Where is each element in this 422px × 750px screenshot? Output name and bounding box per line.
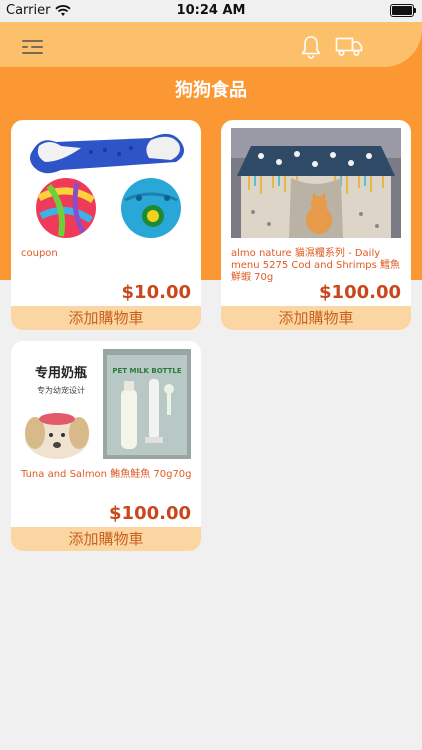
bottle-box-label: PET MILK BOTTLE [112, 367, 181, 375]
product-price: $10.00 [121, 282, 191, 303]
product-image[interactable] [231, 128, 401, 238]
truck-icon[interactable] [335, 37, 363, 57]
product-name: coupon [21, 248, 58, 259]
product-price: $100.00 [319, 282, 401, 303]
dog-toys-image [21, 128, 191, 238]
nav-bar [0, 22, 422, 67]
page-title: 狗狗食品 [175, 80, 247, 101]
product-image[interactable]: PET MILK BOTTLE 专用奶瓶 专为幼宠设计 [21, 349, 191, 459]
product-name: almo nature 貓濕糧系列 - Daily menu 5275 Cod … [231, 248, 401, 283]
image-heading: 专用奶瓶 [35, 365, 87, 381]
status-time: 10:24 AM [176, 3, 246, 18]
milk-bottle-image: PET MILK BOTTLE 专用奶瓶 专为幼宠设计 [21, 349, 191, 459]
battery-icon [390, 4, 416, 17]
product-card[interactable]: almo nature 貓濕糧系列 - Daily menu 5275 Cod … [221, 120, 411, 330]
status-bar: Carrier 10:24 AM [0, 0, 422, 22]
bell-icon[interactable] [300, 35, 322, 59]
add-to-cart-button[interactable]: 添加購物車 [221, 306, 411, 330]
add-to-cart-button[interactable]: 添加購物車 [11, 527, 201, 551]
add-to-cart-button[interactable]: 添加購物車 [11, 306, 201, 330]
product-image[interactable] [21, 128, 191, 238]
product-price: $100.00 [109, 503, 191, 524]
product-card[interactable]: PET MILK BOTTLE 专用奶瓶 专为幼宠设计 Tuna and Sal… [11, 341, 201, 551]
product-card[interactable]: coupon $10.00 添加購物車 [11, 120, 201, 330]
menu-icon[interactable] [22, 39, 43, 55]
cat-tent-image [231, 128, 401, 238]
image-subheading: 专为幼宠设计 [37, 385, 85, 395]
product-name: Tuna and Salmon 鮪魚鮭魚 70g70g [21, 469, 192, 480]
